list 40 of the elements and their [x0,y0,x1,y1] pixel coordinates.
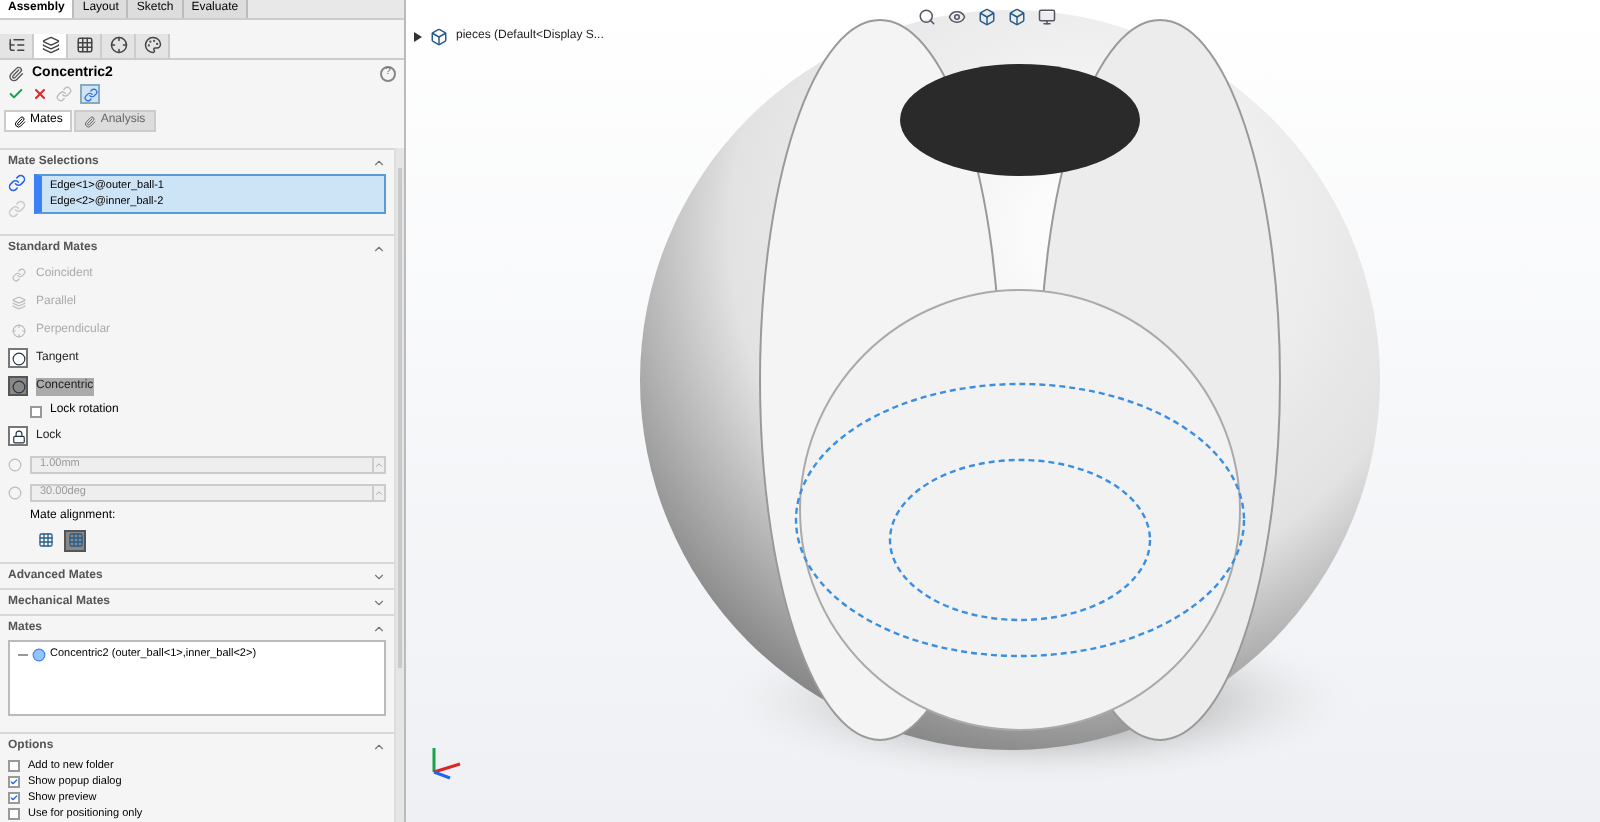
collapse-icon[interactable] [372,739,386,754]
link-icon [83,87,97,102]
checkbox[interactable] [8,808,20,821]
scrollbar[interactable] [394,148,404,822]
cube-icon[interactable] [1008,8,1026,26]
alignment-button[interactable] [34,529,56,552]
manager-tab[interactable] [136,33,170,58]
collapse-icon[interactable] [372,241,386,256]
manager-tab[interactable] [68,33,102,58]
checkbox[interactable] [8,760,20,773]
checkbox[interactable] [30,405,42,418]
crosshair-icon [109,36,127,55]
mate-icon[interactable] [8,426,28,447]
mate-icon[interactable] [8,348,28,369]
paperclip-icon [84,115,97,128]
cancel-icon[interactable] [32,86,48,103]
manager-tab[interactable] [0,33,34,58]
ok-icon[interactable] [8,86,24,103]
checkbox[interactable] [8,792,20,805]
cube-icon[interactable] [978,8,996,26]
palette-icon [143,36,161,55]
expand-icon[interactable] [372,595,386,610]
collapse-icon[interactable] [372,621,386,636]
manager-tab[interactable] [102,33,136,58]
pin-button[interactable] [80,84,100,105]
tree-icon [7,36,25,55]
link-icon [8,200,26,219]
checkbox[interactable] [8,776,20,789]
expand-icon[interactable] [372,569,386,584]
paperclip-icon [8,65,24,82]
collapse-icon[interactable] [372,155,386,170]
eye-icon[interactable] [948,8,966,26]
manager-tab[interactable] [34,33,68,58]
alignment-button[interactable] [64,529,86,552]
search-icon[interactable] [918,8,936,26]
monitor-icon[interactable] [1038,8,1056,26]
paperclip-icon [14,115,26,128]
link-icon [8,174,26,193]
expand-arrow-icon[interactable] [414,32,422,42]
mate-icon[interactable] [8,376,28,397]
